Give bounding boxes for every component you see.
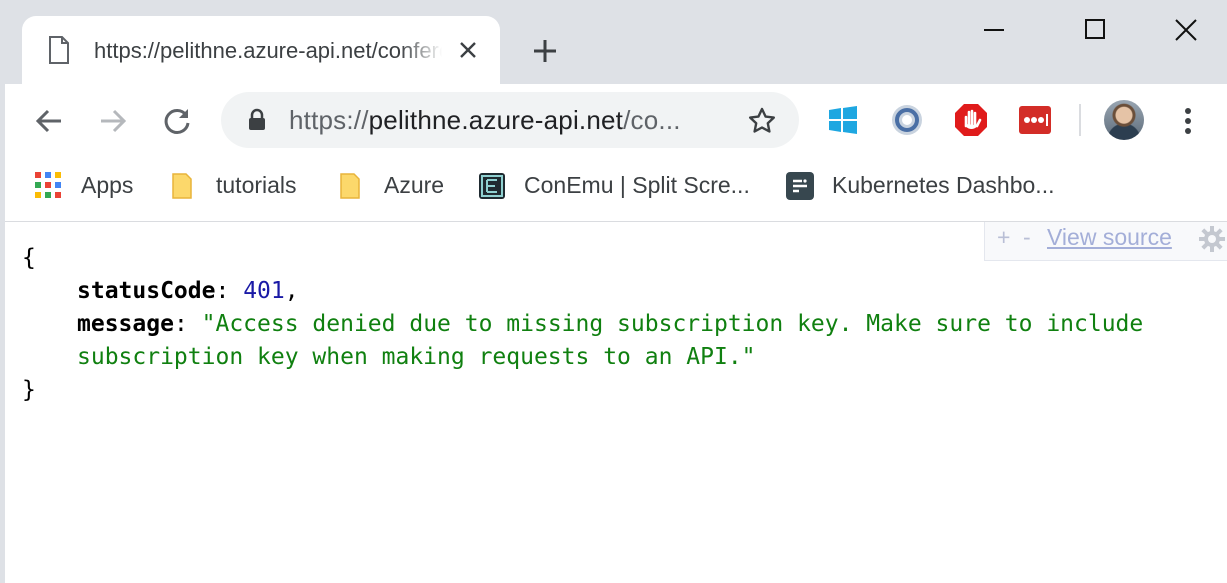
kubernetes-dashboard-icon	[786, 172, 814, 200]
message-value-line2: subscription key when making requests to…	[77, 344, 756, 370]
page-content: + - View source { statusCode: 401, messa…	[0, 222, 1227, 583]
url-text[interactable]: https://pelithne.azure-api.net/co...	[289, 105, 681, 136]
bookmark-star-icon[interactable]	[747, 106, 777, 141]
stop-hand-icon[interactable]	[953, 102, 989, 138]
bookmark-label: Azure	[384, 171, 445, 198]
toolbar: https://pelithne.azure-api.net/co...	[0, 84, 1227, 157]
lastpass-icon[interactable]	[1017, 102, 1053, 138]
bookmark-label: ConEmu | Split Scre...	[524, 171, 750, 198]
gear-icon[interactable]	[1199, 226, 1225, 258]
back-arrow-icon[interactable]	[34, 106, 64, 136]
json-open-brace: {	[22, 245, 36, 271]
conemu-icon	[478, 172, 505, 199]
maximize-icon[interactable]	[1082, 16, 1110, 44]
active-tab[interactable]: https://pelithne.azure-api.net/conferenc…	[22, 16, 500, 84]
lock-icon[interactable]	[247, 108, 267, 137]
bookmark-apps[interactable]: Apps	[35, 169, 133, 201]
tab-close-icon[interactable]	[458, 40, 478, 60]
status-code-value: 401	[243, 278, 285, 304]
toolbar-separator	[1079, 104, 1081, 136]
window-edge	[0, 0, 5, 583]
bookmark-label: Apps	[81, 171, 134, 198]
message-key: message	[77, 311, 174, 337]
reload-icon[interactable]	[162, 106, 192, 136]
bookmark-conemu[interactable]: ConEmu | Split Scre...	[478, 169, 750, 201]
bookmark-kubernetes[interactable]: Kubernetes Dashbo...	[786, 169, 1054, 201]
bookmark-label: Kubernetes Dashbo...	[832, 171, 1055, 198]
folder-icon	[170, 172, 196, 199]
tab-title: https://pelithne.azure-api.net/conferenc…	[94, 38, 442, 63]
folder-icon	[338, 172, 364, 199]
apps-grid-icon	[35, 172, 61, 198]
circle-ring-icon[interactable]	[889, 102, 925, 138]
bookmarks-bar: Apps tutorials Azure ConEmu | Split Scre…	[0, 157, 1227, 222]
json-response: { statusCode: 401, message: "Access deni…	[22, 242, 1143, 407]
more-menu-icon[interactable]	[1176, 106, 1200, 136]
page-icon	[48, 36, 70, 69]
json-message-continuation: subscription key when making requests to…	[22, 341, 1143, 374]
json-message-line: message: "Access denied due to missing s…	[77, 311, 1144, 337]
close-window-icon[interactable]	[1172, 16, 1200, 44]
windows-icon[interactable]	[825, 102, 861, 138]
profile-avatar[interactable]	[1104, 100, 1144, 140]
message-value-line1: "Access denied due to missing subscripti…	[201, 311, 1144, 337]
tab-strip: https://pelithne.azure-api.net/conferenc…	[0, 0, 1227, 84]
address-bar[interactable]: https://pelithne.azure-api.net/co...	[221, 92, 799, 148]
status-code-key: statusCode	[77, 278, 216, 304]
new-tab-icon[interactable]	[532, 38, 558, 64]
json-status-line: statusCode: 401,	[77, 278, 299, 304]
json-close-brace: }	[22, 377, 36, 403]
minimize-icon[interactable]	[980, 16, 1008, 44]
bookmark-label: tutorials	[216, 171, 297, 198]
forward-arrow-icon[interactable]	[98, 106, 128, 136]
bookmark-tutorials[interactable]: tutorials	[170, 169, 297, 201]
bookmark-azure[interactable]: Azure	[338, 169, 444, 201]
